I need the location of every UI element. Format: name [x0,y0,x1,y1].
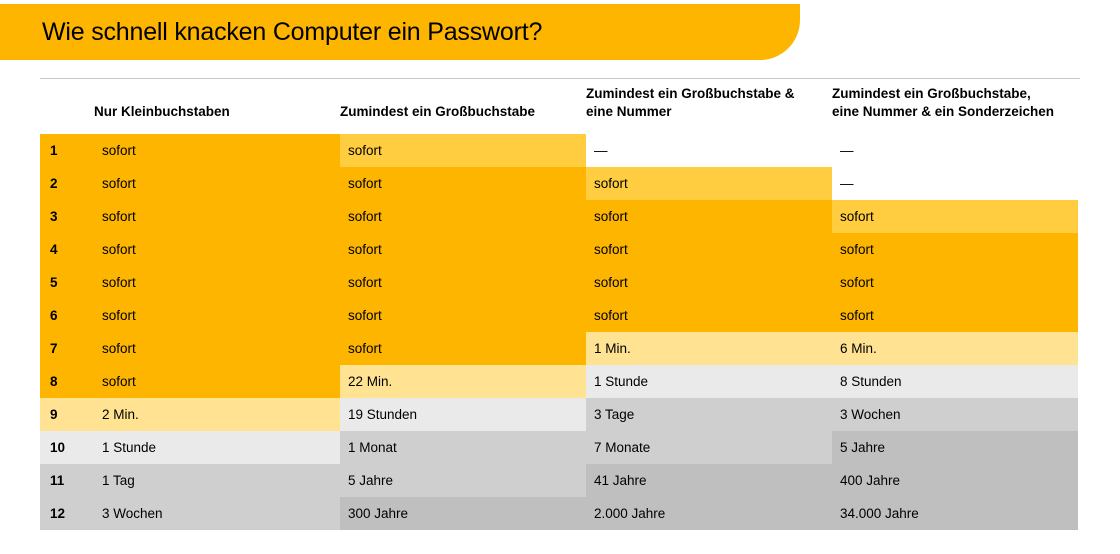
table-cell: 3 Tage [586,398,832,431]
table-row: 6sofortsofortsofortsofort [40,299,1080,332]
table-cell: sofort [94,134,340,167]
table-row: 3sofortsofortsofortsofort [40,200,1080,233]
table-cell: — [832,167,1078,200]
table-row: 4sofortsofortsofortsofort [40,233,1080,266]
table-cell: 3 Wochen [832,398,1078,431]
table-cell: 8 Stunden [832,365,1078,398]
row-number: 1 [40,134,94,167]
table-cell: sofort [832,299,1078,332]
table-cell: sofort [94,167,340,200]
table-cell: sofort [94,332,340,365]
table-cell: sofort [94,365,340,398]
table-cell: sofort [94,299,340,332]
table: Nur Kleinbuchstaben Zumindest ein Großbu… [40,78,1080,530]
table-cell: sofort [586,266,832,299]
header-col-2: Zumindest ein Großbuchstabe [340,103,586,121]
table-cell: sofort [340,233,586,266]
title-bar: Wie schnell knacken Computer ein Passwor… [0,4,800,60]
table-cell: sofort [340,167,586,200]
table-cell: sofort [832,200,1078,233]
row-number: 7 [40,332,94,365]
row-number: 5 [40,266,94,299]
table-cell: 2 Min. [94,398,340,431]
table-cell: 300 Jahre [340,497,586,530]
table-cell: 1 Tag [94,464,340,497]
table-cell: sofort [586,233,832,266]
table-cell: sofort [832,233,1078,266]
table-cell: 19 Stunden [340,398,586,431]
table-cell: 6 Min. [832,332,1078,365]
row-number: 9 [40,398,94,431]
table-row: 92 Min.19 Stunden3 Tage3 Wochen [40,398,1080,431]
row-number: 4 [40,233,94,266]
table-cell: sofort [94,266,340,299]
table-cell: sofort [340,200,586,233]
table-cell: 1 Min. [586,332,832,365]
row-number: 6 [40,299,94,332]
table-row: 111 Tag5 Jahre41 Jahre400 Jahre [40,464,1080,497]
table-cell: 5 Jahre [340,464,586,497]
table-cell: — [832,134,1078,167]
row-number: 3 [40,200,94,233]
table-header: Nur Kleinbuchstaben Zumindest ein Großbu… [40,85,1080,134]
table-cell: sofort [832,266,1078,299]
table-cell: sofort [586,200,832,233]
table-cell: 34.000 Jahre [832,497,1078,530]
table-cell: 7 Monate [586,431,832,464]
row-number: 11 [40,464,94,497]
row-number: 12 [40,497,94,530]
table-cell: sofort [340,299,586,332]
table-cell: 22 Min. [340,365,586,398]
table-row: 8sofort22 Min.1 Stunde8 Stunden [40,365,1080,398]
table-body: 1sofortsofort——2sofortsofortsofort—3sofo… [40,134,1080,530]
table-cell: 2.000 Jahre [586,497,832,530]
table-cell: 1 Monat [340,431,586,464]
table-cell: 3 Wochen [94,497,340,530]
table-row: 123 Wochen300 Jahre2.000 Jahre34.000 Jah… [40,497,1080,530]
header-col-3: Zumindest ein Großbuchstabe & eine Numme… [586,85,832,120]
table-cell: 1 Stunde [94,431,340,464]
table-row: 101 Stunde1 Monat7 Monate5 Jahre [40,431,1080,464]
row-number: 2 [40,167,94,200]
table-cell: sofort [94,200,340,233]
table-cell: 400 Jahre [832,464,1078,497]
table-cell: sofort [340,134,586,167]
table-cell: 41 Jahre [586,464,832,497]
table-row: 1sofortsofort—— [40,134,1080,167]
row-number: 8 [40,365,94,398]
table-cell: sofort [94,233,340,266]
divider [40,78,1080,79]
table-row: 5sofortsofortsofortsofort [40,266,1080,299]
table-cell: sofort [586,167,832,200]
table-row: 7sofortsofort1 Min.6 Min. [40,332,1080,365]
table-cell: sofort [340,266,586,299]
table-cell: sofort [586,299,832,332]
table-cell: — [586,134,832,167]
table-cell: 5 Jahre [832,431,1078,464]
header-col-4: Zumindest ein Großbuchstabe, eine Nummer… [832,85,1078,120]
table-cell: sofort [340,332,586,365]
header-col-1: Nur Kleinbuchstaben [94,103,340,121]
table-cell: 1 Stunde [586,365,832,398]
row-number: 10 [40,431,94,464]
page-title: Wie schnell knacken Computer ein Passwor… [42,18,542,47]
table-row: 2sofortsofortsofort— [40,167,1080,200]
